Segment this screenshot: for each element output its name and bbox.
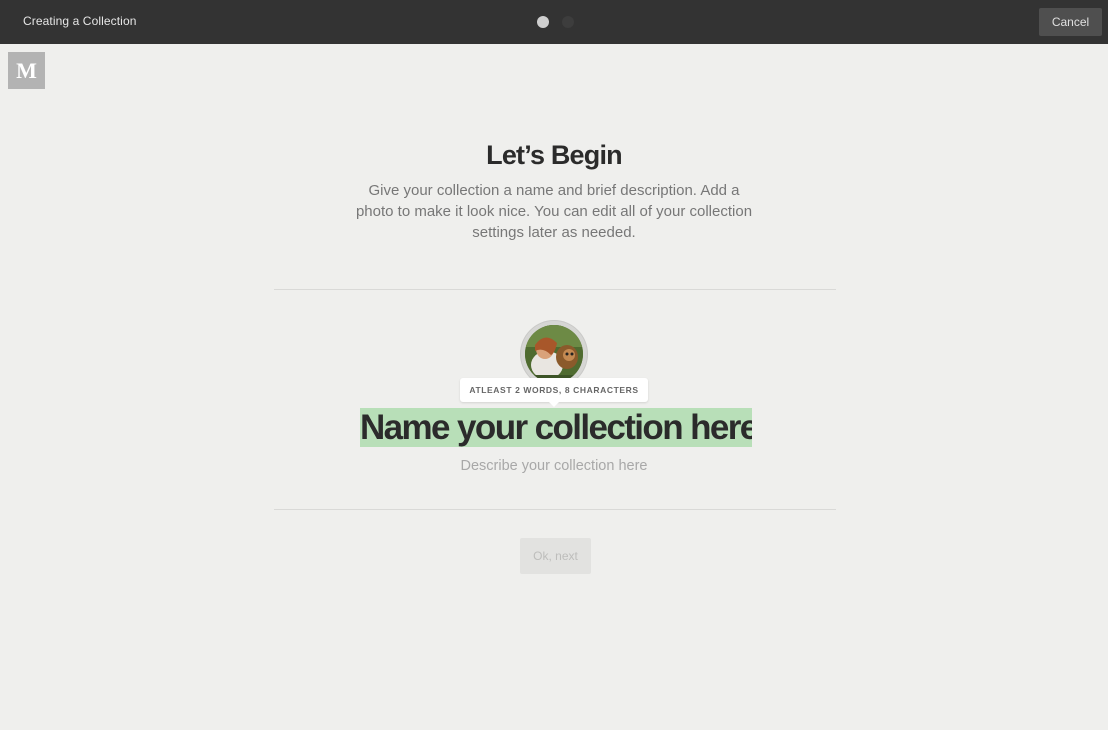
top-bar: Creating a Collection Cancel: [0, 0, 1108, 44]
divider-top: [274, 289, 836, 290]
photo-image: [525, 325, 583, 383]
collection-description-input[interactable]: Describe your collection here: [0, 458, 1108, 474]
logo[interactable]: M: [8, 52, 45, 89]
section-heading: Let’s Begin: [486, 140, 623, 170]
cancel-button[interactable]: Cancel: [1039, 8, 1102, 36]
photo-icon: [525, 325, 583, 383]
intro-text: Give your collection a name and brief de…: [355, 182, 753, 241]
step-dot-1: [537, 16, 549, 28]
tooltip-arrow: [548, 401, 560, 407]
divider-bottom: [274, 509, 836, 510]
page-title: Creating a Collection: [23, 14, 137, 28]
collection-name-input[interactable]: Name your collection here: [360, 408, 752, 447]
step-dot-2: [562, 16, 574, 28]
ok-next-button[interactable]: Ok, next: [520, 538, 591, 574]
name-requirement-tooltip: ATLEAST 2 WORDS, 8 CHARACTERS MIN.: [460, 378, 648, 419]
